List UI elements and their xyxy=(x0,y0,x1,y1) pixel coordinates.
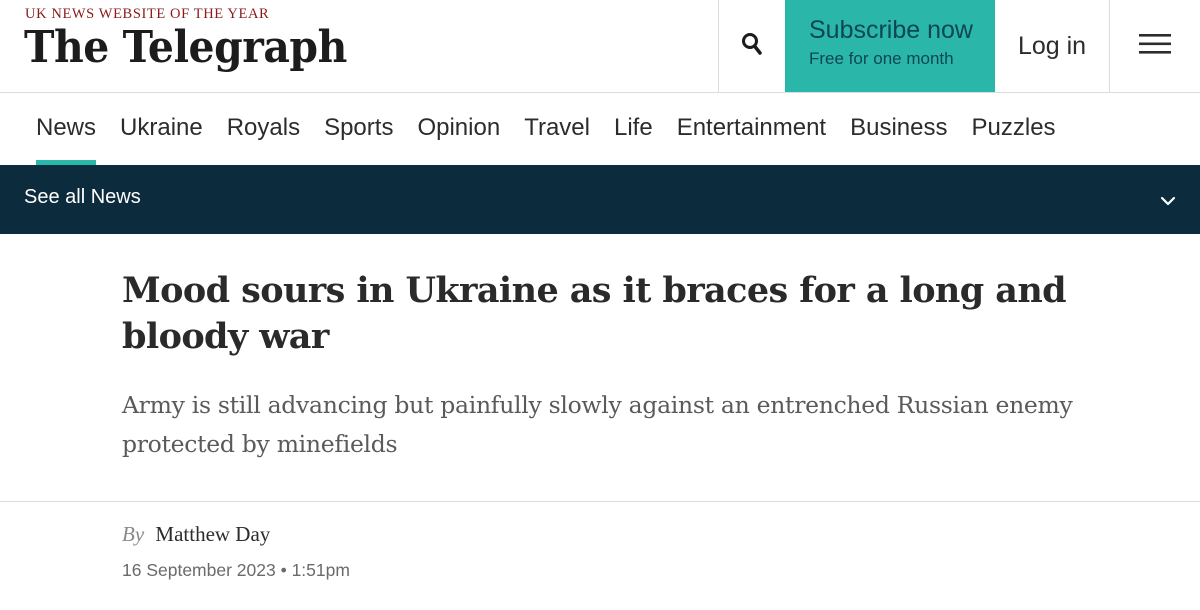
nav-item-business[interactable]: Business xyxy=(850,93,947,165)
subscribe-button[interactable]: Subscribe now Free for one month xyxy=(785,0,995,92)
chevron-down-icon xyxy=(1160,193,1176,211)
publish-date: 16 September 2023 • 1:51pm xyxy=(122,560,350,580)
nav-item-news[interactable]: News xyxy=(36,93,97,165)
author-link[interactable]: Matthew Day xyxy=(155,522,270,546)
nav-item-travel[interactable]: Travel xyxy=(524,93,590,165)
byline: By Matthew Day xyxy=(122,522,270,547)
site-tagline: UK NEWS WEBSITE OF THE YEAR xyxy=(25,6,270,22)
article-standfirst: Army is still advancing but painfully sl… xyxy=(122,391,1073,458)
login-button[interactable]: Log in xyxy=(995,0,1109,92)
article-headline: Mood sours in Ukraine as it braces for a… xyxy=(122,270,1067,357)
nav-item-royals[interactable]: Royals xyxy=(227,93,300,165)
nav-item-ukraine[interactable]: Ukraine xyxy=(120,93,203,165)
see-all-news-label: See all News xyxy=(24,186,141,208)
nav-item-life[interactable]: Life xyxy=(614,93,653,165)
nav-item-sports[interactable]: Sports xyxy=(324,93,393,165)
nav-item-puzzles[interactable]: Puzzles xyxy=(972,93,1056,165)
site-header: UK NEWS WEBSITE OF THE YEAR The Telegrap… xyxy=(0,0,1200,93)
menu-button[interactable] xyxy=(1109,0,1200,92)
subscribe-label: Subscribe now xyxy=(809,16,973,44)
subscribe-offer: Free for one month xyxy=(809,49,954,68)
nav-item-opinion[interactable]: Opinion xyxy=(417,93,500,165)
telegraph-logo[interactable]: The Telegraph xyxy=(24,22,347,73)
divider xyxy=(0,501,1200,502)
hamburger-menu-icon xyxy=(1139,33,1171,60)
main-nav: News Ukraine Royals Sports Opinion Trave… xyxy=(0,93,1200,165)
see-all-news-bar[interactable]: See all News xyxy=(0,165,1200,234)
nav-item-entertainment[interactable]: Entertainment xyxy=(677,93,826,165)
search-button[interactable] xyxy=(718,0,785,92)
search-icon xyxy=(741,32,763,61)
byline-prefix: By xyxy=(122,522,145,546)
